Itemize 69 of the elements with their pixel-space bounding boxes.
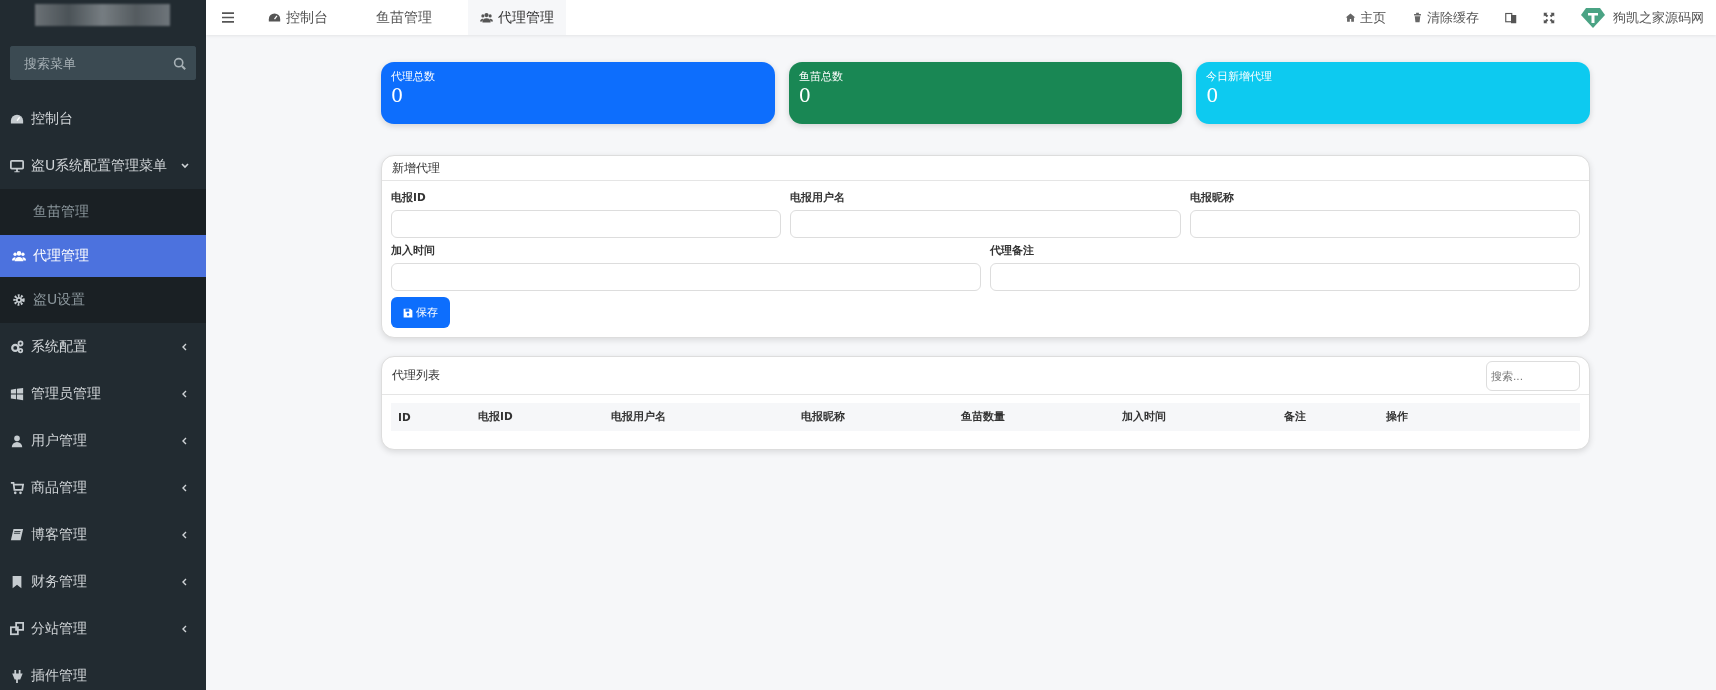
nav-tab[interactable]: 代理管理 [468, 0, 566, 35]
nav-tab[interactable]: 控制台 [256, 0, 340, 35]
column-header: 加入时间 [1122, 410, 1167, 424]
users-icon [480, 11, 493, 24]
sidebar-item[interactable]: 管理员管理 [0, 370, 206, 417]
trash-icon [1412, 12, 1423, 23]
toolbar-link[interactable]: 清除缓存 [1412, 8, 1479, 27]
sidebar-item[interactable]: 盗U系统配置管理菜单 [0, 142, 206, 189]
sidebar-item[interactable]: 系统配置 [0, 323, 206, 370]
field-label: 加入时间 [391, 244, 436, 258]
floppy-icon [403, 307, 413, 318]
stat-value: 0 [1206, 84, 1220, 106]
sidebar-item[interactable]: 插件管理 [0, 652, 206, 690]
field-label: 代理备注 [990, 244, 1035, 258]
users-icon [12, 249, 26, 263]
cart-icon [10, 480, 24, 495]
toolbar-link[interactable]: 主页 [1345, 8, 1386, 27]
gears-icon [10, 339, 24, 354]
stat-value: 0 [798, 84, 812, 106]
translate-icon [1505, 11, 1517, 24]
windows-icon [10, 386, 24, 401]
column-header: 鱼苗数量 [961, 410, 1006, 424]
column-header: 电报昵称 [801, 410, 846, 424]
column-header: 电报用户名 [611, 410, 667, 424]
column-header: 备注 [1284, 410, 1307, 424]
monitor-icon [10, 158, 24, 173]
plug-icon [10, 668, 24, 683]
nav-tab[interactable]: 鱼苗管理 [364, 0, 444, 35]
user-icon [10, 433, 24, 448]
user-name[interactable]: 狗凯之家源码网 [1613, 8, 1704, 27]
sidebar-subitem[interactable]: 盗U设置 [0, 277, 206, 323]
input-field[interactable] [1189, 210, 1580, 238]
stat-label: 今日新增代理 [1206, 70, 1274, 84]
sidebar-item[interactable]: 商品管理 [0, 464, 206, 511]
menu-search-field[interactable]: 搜索菜单 [10, 46, 196, 80]
column-header: ID [398, 411, 412, 423]
save-button[interactable]: 保存 [391, 297, 450, 328]
sidebar-item[interactable]: 控制台 [0, 95, 206, 142]
stat-value: 0 [391, 84, 405, 106]
search-icon [173, 57, 186, 70]
fullscreen-icon [1543, 11, 1555, 24]
field-label: 电报昵称 [1189, 191, 1235, 205]
input-field[interactable] [391, 263, 981, 291]
sidebar-item[interactable]: 用户管理 [0, 417, 206, 464]
gear-icon [12, 293, 26, 307]
column-header: 操作 [1386, 410, 1409, 424]
sidebar-item[interactable]: 博客管理 [0, 511, 206, 558]
stat-label: 鱼苗总数 [798, 70, 844, 84]
sidebar-item[interactable]: 分站管理 [0, 605, 206, 652]
stat-label: 代理总数 [391, 70, 436, 84]
column-header: 电报ID [478, 410, 514, 424]
field-label: 电报用户名 [790, 191, 847, 205]
field-label: 电报ID [391, 191, 427, 205]
card-title: 新增代理 [392, 159, 440, 177]
input-field[interactable] [790, 210, 1181, 238]
bookmark-icon [10, 574, 24, 589]
windows-stack-icon [10, 621, 24, 636]
menu-icon[interactable] [222, 12, 234, 23]
card-title: 代理列表 [392, 367, 440, 384]
dashboard-icon [268, 11, 281, 24]
sidebar-subitem[interactable]: 鱼苗管理 [0, 189, 206, 235]
input-field[interactable] [990, 263, 1580, 291]
avatar-icon[interactable] [1581, 5, 1605, 30]
search-field[interactable]: 搜索... [1486, 360, 1580, 391]
book-icon [10, 527, 24, 542]
input-field[interactable] [391, 210, 782, 238]
sidebar-item[interactable]: 财务管理 [0, 558, 206, 605]
sidebar-subitem[interactable]: 代理管理 [0, 235, 206, 277]
home-icon [1345, 12, 1356, 23]
